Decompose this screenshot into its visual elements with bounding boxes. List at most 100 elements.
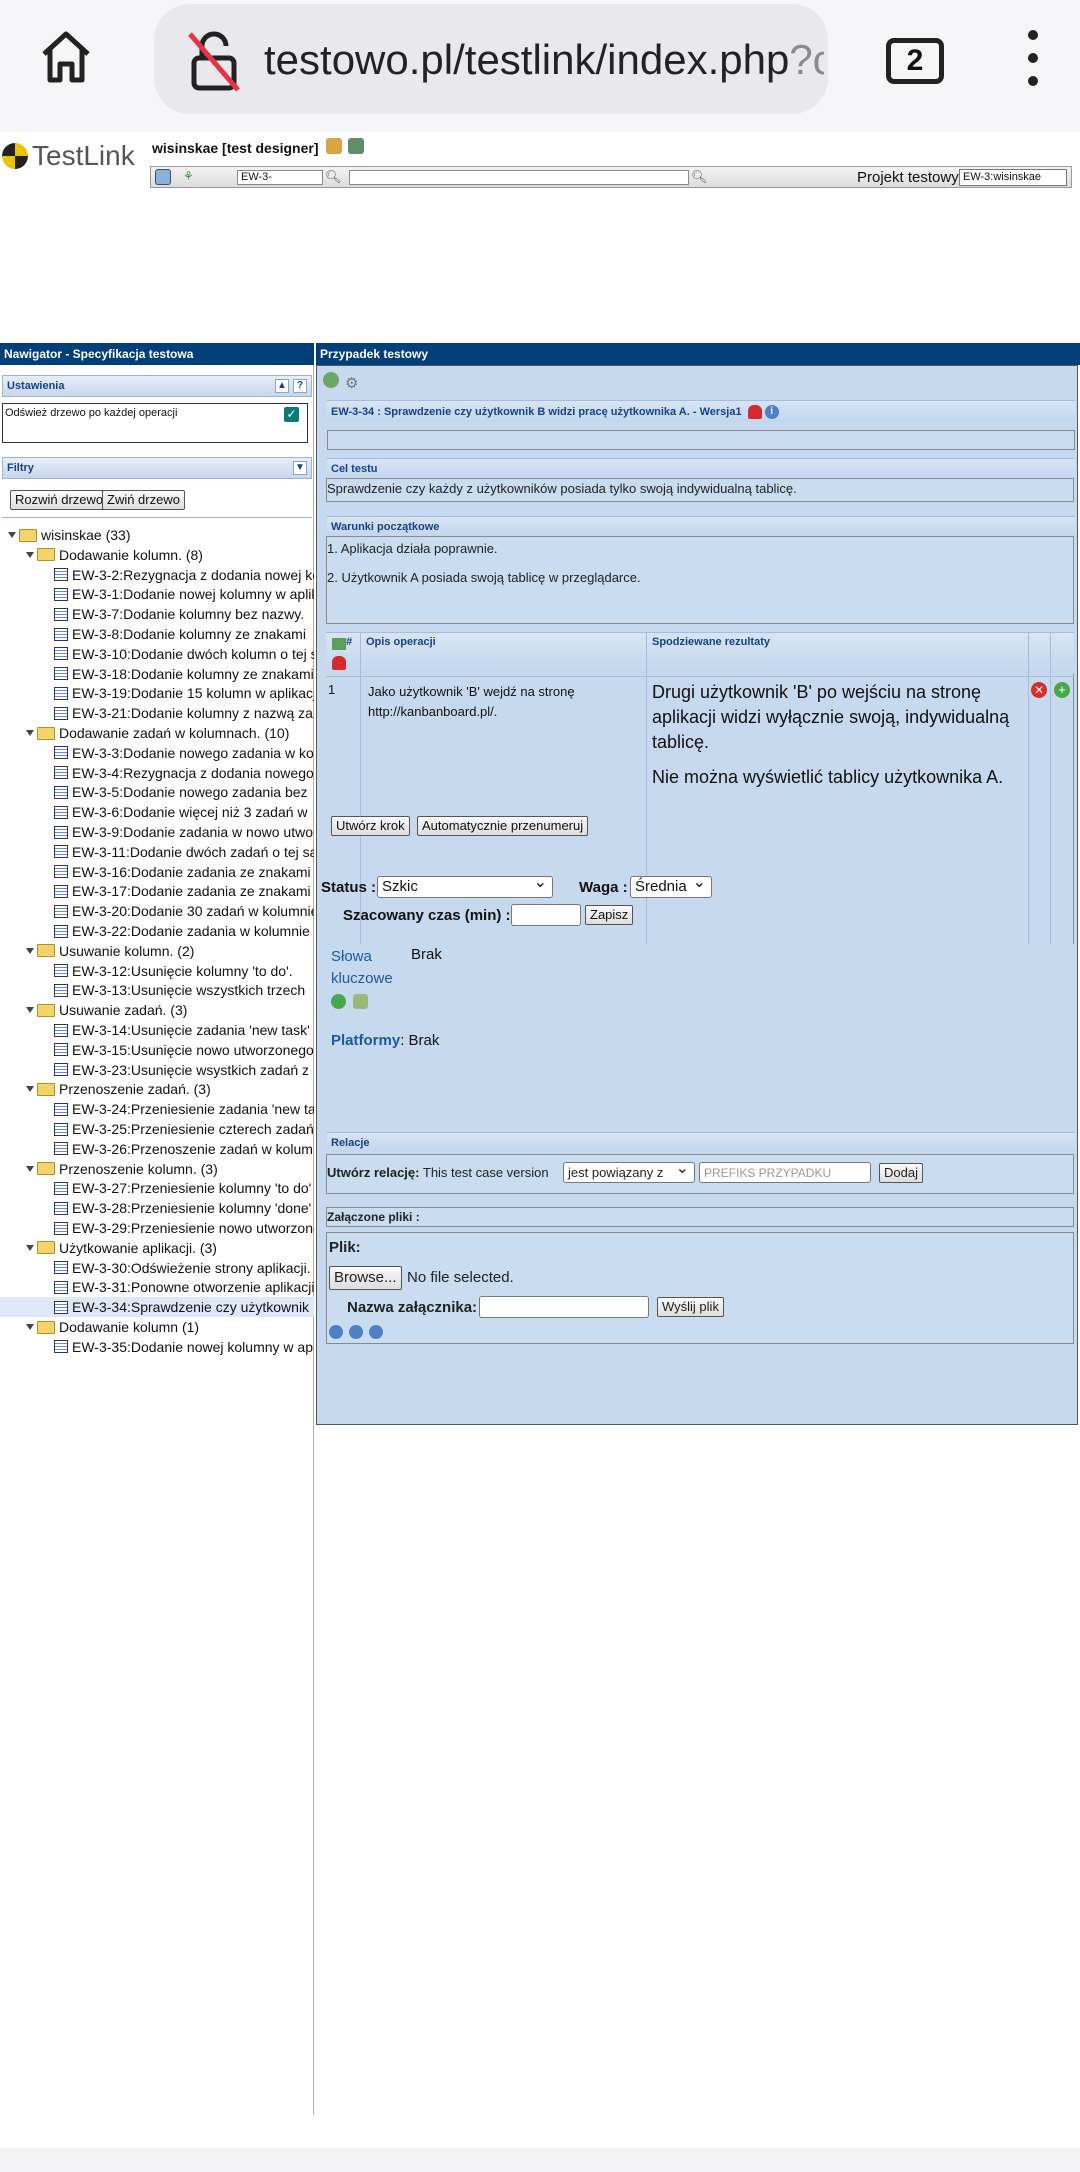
expand-arrow-icon[interactable] — [26, 551, 34, 558]
tree-test-case[interactable]: EW-3-7:Dodanie kolumny bez nazwy. — [0, 604, 314, 624]
renumber-button[interactable]: Automatycznie przenumeruj — [417, 816, 589, 836]
info-icon[interactable] — [369, 1325, 383, 1339]
tree-folder[interactable]: Przenoszenie zadań. (3) — [0, 1079, 314, 1099]
keywords-label[interactable]: Słowa kluczowe — [331, 946, 401, 990]
tree-test-case[interactable]: EW-3-8:Dodanie kolumny ze znakami — [0, 624, 314, 644]
tree-folder[interactable]: Dodawanie zadań w kolumnach. (10) — [0, 723, 314, 743]
browse-button[interactable]: Browse... — [329, 1266, 402, 1290]
tree-folder[interactable]: Przenoszenie kolumn. (3) — [0, 1159, 314, 1179]
project-select[interactable]: EW-3:wisinskae — [959, 169, 1067, 186]
tree-test-case[interactable]: EW-3-34:Sprawdzenie czy użytkownik B — [0, 1297, 314, 1318]
tree-test-case[interactable]: EW-3-22:Dodanie zadania w kolumnie — [0, 921, 314, 941]
text-search-input[interactable] — [349, 170, 689, 185]
tree-test-case[interactable]: EW-3-29:Przeniesienie nowo utworzonej — [0, 1218, 314, 1238]
tree-folder[interactable]: Usuwanie kolumn. (2) — [0, 941, 314, 961]
bug-icon[interactable] — [747, 405, 762, 420]
tree-test-case[interactable]: EW-3-5:Dodanie nowego zadania bez — [0, 782, 314, 802]
tree-test-case[interactable]: EW-3-30:Odświeżenie strony aplikacji. — [0, 1258, 314, 1278]
bug-icon[interactable] — [332, 656, 346, 670]
tree-folder[interactable]: Dodawanie kolumn. (8) — [0, 545, 314, 565]
expand-icon[interactable]: ▼ — [293, 461, 307, 475]
collapse-tree-button[interactable]: Zwiń drzewo — [102, 490, 185, 510]
info-icon[interactable] — [349, 1325, 363, 1339]
expand-tree-button[interactable]: Rozwiń drzewo — [10, 490, 109, 510]
delete-step-icon[interactable]: ✕ — [1031, 682, 1047, 698]
tree-test-case[interactable]: EW-3-4:Rezygnacja z dodania nowego — [0, 763, 314, 783]
expand-arrow-icon[interactable] — [8, 532, 16, 538]
tree-test-case[interactable]: EW-3-26:Przenoszenie zadań w kolumnie — [0, 1139, 314, 1159]
search-icon[interactable]: 🔍︎ — [691, 169, 708, 185]
tree-test-case[interactable]: EW-3-3:Dodanie nowego zadania w kolumnie — [0, 743, 314, 763]
tree-test-case[interactable]: EW-3-17:Dodanie zadania ze znakami — [0, 881, 314, 901]
tree-test-case[interactable]: EW-3-15:Usunięcie nowo utworzonego — [0, 1040, 314, 1060]
tree-test-case[interactable]: EW-3-19:Dodanie 15 kolumn w aplikacji — [0, 683, 314, 703]
user-profile-icon[interactable] — [326, 138, 342, 154]
tree-folder[interactable]: wisinskae (33) — [0, 525, 314, 545]
prefix-input[interactable]: PREFIKS PRZYPADKU — [699, 1162, 871, 1183]
tab-count-button[interactable]: 2 — [886, 38, 944, 84]
tree-test-case[interactable]: EW-3-24:Przeniesienie zadania 'new task' — [0, 1099, 314, 1119]
tree-test-case[interactable]: EW-3-25:Przeniesienie czterech zadań — [0, 1119, 314, 1139]
testlink-logo[interactable]: TestLink — [2, 138, 135, 174]
tree-folder[interactable]: Dodawanie kolumn (1) — [0, 1317, 314, 1337]
home-icon[interactable] — [36, 26, 96, 86]
overflow-menu-icon[interactable] — [1020, 30, 1046, 90]
tree-test-case[interactable]: EW-3-2:Rezygnacja z dodania nowej kolumn… — [0, 565, 314, 585]
expand-arrow-icon[interactable] — [26, 730, 34, 736]
search-icon[interactable]: 🔍︎ — [325, 169, 342, 185]
estimated-time-input[interactable] — [511, 904, 581, 926]
tree-folder[interactable]: Usuwanie zadań. (3) — [0, 1000, 314, 1020]
expand-arrow-icon[interactable] — [26, 1007, 34, 1014]
filters-header[interactable]: Filtry ▼ — [2, 457, 312, 479]
relation-type-select[interactable]: jest powiązany z — [563, 1159, 695, 1183]
info-icon[interactable]: i — [764, 405, 779, 420]
tree-test-case[interactable]: EW-3-1:Dodanie nowej kolumny w aplikacji — [0, 584, 314, 604]
tree-test-case[interactable]: EW-3-35:Dodanie nowej kolumny w aplikacj… — [0, 1337, 314, 1357]
expand-arrow-icon[interactable] — [26, 947, 34, 954]
tree-test-case[interactable]: EW-3-6:Dodanie więcej niż 3 zadań w — [0, 802, 314, 822]
tree-test-case[interactable]: EW-3-11:Dodanie dwóch zadań o tej samej — [0, 842, 314, 862]
tree-folder[interactable]: Użytkowanie aplikacji. (3) — [0, 1238, 314, 1258]
tree-test-case[interactable]: EW-3-20:Dodanie 30 zadań w kolumnie — [0, 901, 314, 921]
step-edit-icon[interactable] — [332, 638, 346, 650]
add-icon[interactable] — [323, 372, 339, 388]
tree-test-case[interactable]: EW-3-16:Dodanie zadania ze znakami — [0, 862, 314, 882]
expand-arrow-icon[interactable] — [26, 1244, 34, 1251]
tree-test-case[interactable]: EW-3-14:Usunięcie zadania 'new task' — [0, 1020, 314, 1040]
tree-test-case[interactable]: EW-3-12:Usunięcie kolumny 'to do'. — [0, 961, 314, 981]
help-icon[interactable]: ? — [293, 379, 307, 393]
address-bar[interactable]: testowo.pl/testlink/index.php?c — [154, 4, 828, 114]
tree-test-case[interactable]: EW-3-10:Dodanie dwóch kolumn o tej samej — [0, 644, 314, 664]
expand-arrow-icon[interactable] — [26, 1086, 34, 1093]
gear-icon[interactable]: ⚙ — [345, 374, 361, 392]
tree-test-case[interactable]: EW-3-23:Usunięcie wsystkich zadań z — [0, 1060, 314, 1080]
tc-id-search-input[interactable]: EW-3- — [237, 170, 323, 185]
create-step-button[interactable]: Utwórz krok — [331, 816, 410, 836]
status-select[interactable]: Szkic — [377, 873, 553, 898]
info-icon[interactable] — [329, 1325, 343, 1339]
insecure-lock-icon[interactable] — [184, 28, 244, 94]
weight-select[interactable]: Średnia — [630, 873, 712, 898]
save-button[interactable]: Zapisz — [585, 905, 634, 925]
collapse-icon[interactable]: ▲ — [275, 379, 289, 393]
tree-test-case[interactable]: EW-3-9:Dodanie zadania w nowo utworzonej — [0, 822, 314, 842]
settings-header[interactable]: Ustawienia ▲ ? — [2, 375, 312, 397]
tree-test-case[interactable]: EW-3-31:Ponowne otworzenie aplikacji — [0, 1277, 314, 1297]
add-keyword-icon[interactable] — [331, 994, 346, 1009]
add-relation-button[interactable]: Dodaj — [879, 1163, 923, 1183]
upload-button[interactable]: Wyślij plik — [657, 1297, 724, 1317]
logout-icon[interactable] — [348, 138, 364, 154]
attachment-name-input[interactable] — [479, 1296, 649, 1318]
tree-test-case[interactable]: EW-3-13:Usunięcie wszystkich trzech — [0, 980, 314, 1000]
tree-test-case[interactable]: EW-3-28:Przeniesienie kolumny 'done' — [0, 1198, 314, 1218]
tree-test-case[interactable]: EW-3-21:Dodanie kolumny z nazwą za — [0, 703, 314, 723]
expand-arrow-icon[interactable] — [26, 1324, 34, 1330]
refresh-tree-checkbox[interactable]: ✓ — [284, 407, 299, 422]
tree-icon[interactable]: ⚘ — [183, 169, 199, 185]
tree-test-case[interactable]: EW-3-27:Przeniesienie kolumny 'to do' — [0, 1178, 314, 1198]
desktop-icon[interactable] — [155, 169, 171, 185]
tree-test-case[interactable]: EW-3-18:Dodanie kolumny ze znakami — [0, 664, 314, 684]
link-keyword-icon[interactable] — [353, 994, 368, 1009]
expand-arrow-icon[interactable] — [26, 1165, 34, 1172]
insert-step-icon[interactable]: + — [1054, 682, 1070, 698]
